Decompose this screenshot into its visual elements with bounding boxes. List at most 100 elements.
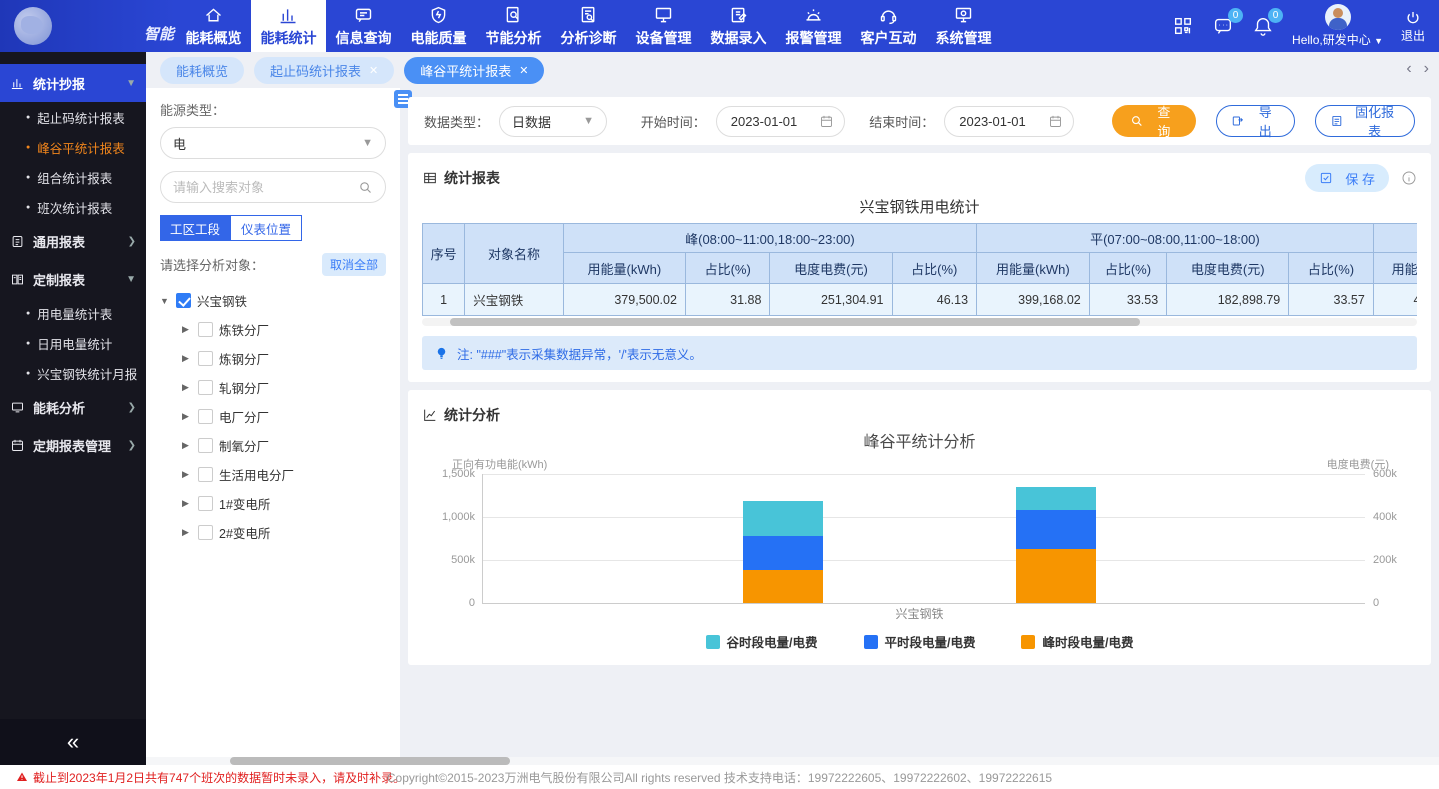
messages-icon[interactable]: 0 [1212,15,1234,37]
tree-node[interactable]: ▶制氧分厂 [182,431,386,460]
legend-item-valley[interactable]: 谷时段电量/电费 [706,632,818,651]
user-menu[interactable]: Hello,研发中心 ▼ [1292,4,1383,48]
tree-node-label: 2#变电所 [219,523,270,542]
sidebar-item-energy-analysis[interactable]: 能耗分析 ❯ [0,388,146,426]
nav-item-energy-statistics[interactable]: 能耗统计 [251,0,326,52]
table-horizontal-scrollbar[interactable] [422,318,1417,326]
tree-node[interactable]: ▶电厂分厂 [182,402,386,431]
nav-item-alarm-management[interactable]: 报警管理 [776,0,851,52]
tree-expand-icon[interactable]: ▶ [182,382,192,393]
end-date-input[interactable] [959,114,1043,129]
query-button[interactable]: 查 询 [1112,105,1196,137]
logout-button[interactable]: 退出 [1401,9,1425,44]
search-icon[interactable] [358,180,373,195]
start-date-input[interactable] [731,114,815,129]
tree-expand-icon[interactable]: ▶ [182,324,192,335]
tab-energy-overview[interactable]: 能耗概览 [160,57,244,84]
sidebar-item-scheduled-report-management[interactable]: 定期报表管理 ❯ [0,426,146,464]
tree-checkbox[interactable] [198,322,213,337]
tree-checkbox[interactable] [198,438,213,453]
info-icon[interactable] [1401,170,1417,186]
sidebar-item-statistics-reporting[interactable]: 统计抄报 ▼ [0,64,146,102]
sidebar-collapse-button[interactable]: « [0,719,146,765]
tree-expand-icon[interactable]: ▶ [182,527,192,538]
tree-checkbox-checked[interactable] [176,293,191,308]
tab-scroll-right-icon[interactable]: › [1424,60,1429,78]
tree-checkbox[interactable] [198,409,213,424]
tab-peak-valley-flat-report[interactable]: 峰谷平统计报表✕ [404,57,544,84]
nav-item-data-entry[interactable]: 数据录入 [701,0,776,52]
tree-expand-icon[interactable]: ▼ [160,296,170,306]
tree-expand-icon[interactable]: ▶ [182,411,192,422]
document-search-icon [503,5,524,26]
nav-item-analysis-diagnosis[interactable]: 分析诊断 [551,0,626,52]
sidebar-item-label: 通用报表 [33,232,85,251]
bar-segment[interactable] [743,536,823,570]
sidebar-item-shift-report[interactable]: 班次统计报表 [0,192,146,222]
energy-type-select[interactable]: 电 ▼ [160,127,386,159]
close-icon[interactable]: ✕ [369,64,378,77]
close-icon[interactable]: ✕ [519,64,528,77]
tree-checkbox[interactable] [198,496,213,511]
tree-node-root[interactable]: ▼ 兴宝钢铁 [160,286,386,315]
save-button[interactable]: 保 存 [1305,164,1389,192]
sidebar-item-combined-report[interactable]: 组合统计报表 [0,162,146,192]
sidebar-item-daily-electricity[interactable]: 日用电量统计 [0,328,146,358]
scrollbar-thumb[interactable] [230,757,510,765]
bar-segment[interactable] [1016,510,1096,549]
search-input[interactable] [173,180,358,195]
bar-segment[interactable] [743,570,823,603]
cancel-all-button[interactable]: 取消全部 [322,253,386,276]
solidify-report-button[interactable]: 固化报表 [1315,105,1415,137]
legend-item-flat[interactable]: 平时段电量/电费 [864,632,976,651]
tab-scroll-left-icon[interactable]: ‹ [1406,60,1411,78]
content-horizontal-scrollbar[interactable] [146,757,1439,765]
sidebar-item-peak-valley-flat-report[interactable]: 峰谷平统计报表 [0,132,146,162]
nav-item-system-management[interactable]: 系统管理 [926,0,1001,52]
tab-work-area-section[interactable]: 工区工段 [160,215,230,241]
bar-segment[interactable] [743,501,823,536]
tree-expand-icon[interactable]: ▶ [182,469,192,480]
bar-segment[interactable] [1016,549,1096,603]
tree-node[interactable]: ▶ 2#变电所 [182,518,386,547]
tree-expand-icon[interactable]: ▶ [182,498,192,509]
sidebar-item-start-stop-code-report[interactable]: 起止码统计报表 [0,102,146,132]
tree-node[interactable]: ▶轧钢分厂 [182,373,386,402]
tree-node[interactable]: ▶炼钢分厂 [182,344,386,373]
tree-checkbox[interactable] [198,380,213,395]
tree-checkbox[interactable] [198,467,213,482]
tree-node[interactable]: ▶生活用电分厂 [182,460,386,489]
nav-item-power-quality[interactable]: 电能质量 [401,0,476,52]
sidebar-item-custom-reports[interactable]: 定制报表 ▼ [0,260,146,298]
calendar-icon[interactable] [1048,114,1063,129]
data-type-select[interactable]: 日数据 ▼ [499,106,607,137]
tree-node[interactable]: ▶1#变电所 [182,489,386,518]
sidebar-item-general-reports[interactable]: 通用报表 ❯ [0,222,146,260]
stacked-bar-cost[interactable] [1016,474,1096,603]
nav-item-info-query[interactable]: 信息查询 [326,0,401,52]
tree-expand-icon[interactable]: ▶ [182,353,192,364]
export-button[interactable]: 导 出 [1216,105,1294,137]
tree-checkbox[interactable] [198,525,213,540]
user-avatar [1325,4,1351,30]
nav-item-energy-overview[interactable]: 能耗概览 [176,0,251,52]
stacked-bar-energy[interactable] [743,474,823,603]
nav-item-customer-interaction[interactable]: 客户互动 [851,0,926,52]
bar-segment[interactable] [1016,487,1096,510]
tree-checkbox[interactable] [198,351,213,366]
sidebar-item-electricity-usage-table[interactable]: 用电量统计表 [0,298,146,328]
legend-item-peak[interactable]: 峰时段电量/电费 [1021,632,1133,651]
calendar-icon[interactable] [819,114,834,129]
table-icon [422,170,438,186]
tab-start-stop-code-report[interactable]: 起止码统计报表✕ [254,57,394,84]
scrollbar-thumb[interactable] [450,318,1140,326]
sidebar-item-xingbao-monthly[interactable]: 兴宝钢铁统计月报 [0,358,146,388]
qr-code-icon[interactable] [1172,15,1194,37]
nav-item-energy-saving-analysis[interactable]: 节能分析 [476,0,551,52]
tab-meter-position[interactable]: 仪表位置 [230,215,302,241]
nav-label: 系统管理 [936,28,992,48]
notifications-bell-icon[interactable]: 0 [1252,15,1274,37]
nav-item-device-management[interactable]: 设备管理 [626,0,701,52]
tree-expand-icon[interactable]: ▶ [182,440,192,451]
tree-node[interactable]: ▶炼铁分厂 [182,315,386,344]
